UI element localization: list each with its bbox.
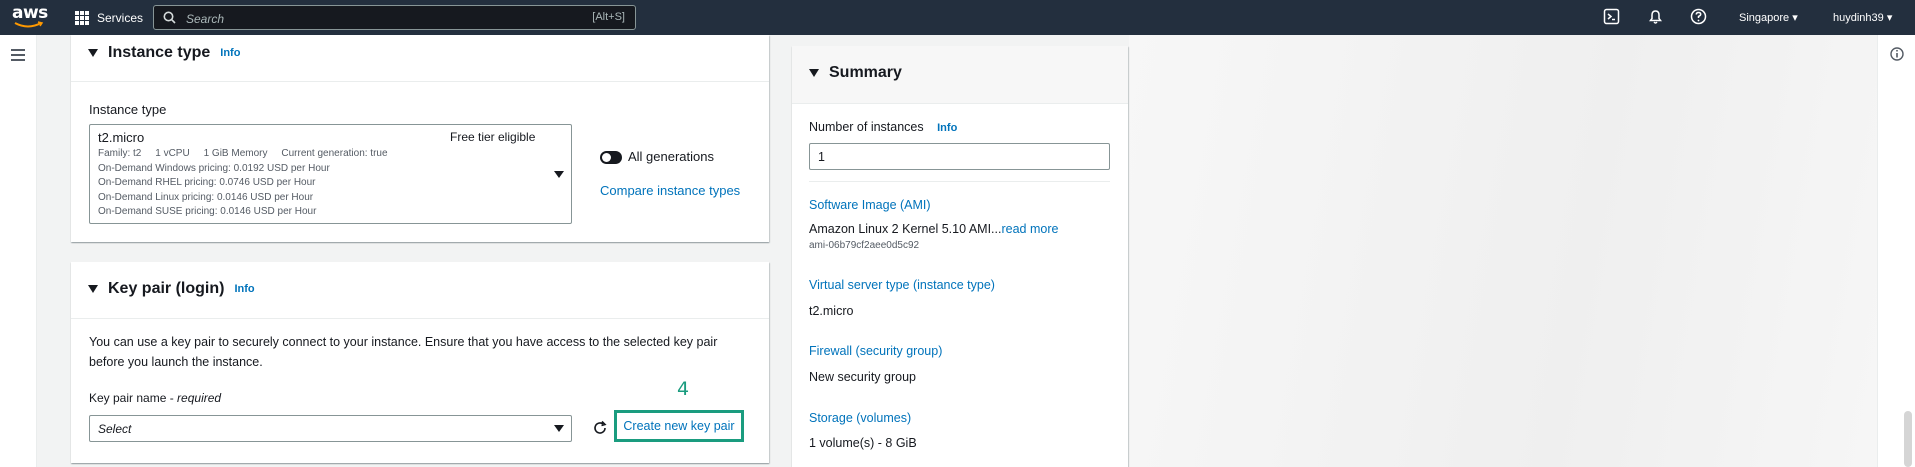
search-input[interactable]	[184, 8, 538, 29]
summary-panel: Summary Number of instances Info 1 Softw…	[792, 46, 1128, 467]
key-pair-title: Key pair (login)	[108, 280, 225, 297]
pricing-linux: On-Demand Linux pricing: 0.0146 USD per …	[98, 191, 314, 203]
ami-id: ami-06b79cf2aee0d5c92	[809, 240, 920, 251]
compare-instance-types-link[interactable]: Compare instance types	[600, 183, 740, 198]
number-of-instances-input[interactable]: 1	[809, 143, 1110, 170]
key-pair-field-label: Key pair name - required	[89, 391, 221, 405]
bell-icon[interactable]	[1647, 8, 1664, 25]
right-utility-bar	[1877, 35, 1915, 467]
number-of-instances-label: Number of instances	[809, 120, 924, 134]
aws-logo[interactable]: aws	[12, 4, 52, 32]
aws-smile-icon	[14, 21, 44, 28]
collapse-caret-icon	[88, 285, 98, 293]
all-generations-toggle[interactable]	[600, 151, 622, 164]
instance-type-name: t2.micro	[98, 130, 145, 145]
instance-type-field-label: Instance type	[89, 102, 167, 117]
instance-type-title: Instance type	[108, 44, 211, 61]
ami-value: Amazon Linux 2 Kernel 5.10 AMI...	[809, 222, 1002, 236]
key-pair-description: You can use a key pair to securely conne…	[89, 335, 718, 369]
collapse-caret-icon	[809, 69, 819, 77]
create-new-key-pair-label: Create new key pair	[623, 419, 735, 433]
services-menu[interactable]: Services	[75, 0, 143, 35]
left-sidebar	[0, 35, 37, 467]
step-number-annotation: 4	[677, 378, 690, 400]
instances-info-link[interactable]: Info	[937, 122, 957, 134]
summary-title: Summary	[829, 64, 902, 81]
info-panel-icon[interactable]	[1890, 47, 1904, 61]
ami-value-row: Amazon Linux 2 Kernel 5.10 AMI...read mo…	[809, 222, 1058, 236]
refresh-icon[interactable]	[592, 420, 608, 436]
apps-grid-icon	[75, 10, 89, 25]
divider	[809, 181, 1110, 182]
required-label: required	[177, 391, 222, 405]
background-area	[1129, 35, 1877, 467]
dropdown-caret-icon	[554, 425, 564, 432]
summary-header[interactable]: Summary	[809, 64, 902, 82]
instance-type-specs: Family: t2 1 vCPU 1 GiB Memory Current g…	[98, 148, 388, 159]
storage-link[interactable]: Storage (volumes)	[809, 411, 911, 425]
number-of-instances-value: 1	[818, 150, 825, 164]
search-shortcut: [Alt+S]	[592, 11, 625, 23]
search-box[interactable]: [Alt+S]	[153, 5, 636, 30]
scrollbar-thumb[interactable]	[1904, 411, 1912, 467]
toggle-knob	[602, 153, 611, 162]
top-navigation: aws Services [Alt+S] Singapore ▾ huydinh…	[0, 0, 1915, 35]
region-selector[interactable]: Singapore ▾	[1739, 11, 1798, 24]
instance-type-header[interactable]: Instance type Info	[88, 44, 240, 62]
key-pair-name-label: Key pair name -	[89, 391, 178, 405]
pricing-suse: On-Demand SUSE pricing: 0.0146 USD per H…	[98, 205, 317, 217]
instance-type-info-link[interactable]: Info	[220, 47, 240, 59]
storage-value: 1 volume(s) - 8 GiB	[809, 436, 917, 450]
instances-label-row: Number of instances Info	[809, 120, 957, 134]
pricing-windows: On-Demand Windows pricing: 0.0192 USD pe…	[98, 163, 330, 174]
key-pair-select-placeholder: Select	[98, 422, 132, 436]
pricing-rhel: On-Demand RHEL pricing: 0.0746 USD per H…	[98, 177, 316, 189]
user-menu[interactable]: huydinh39 ▾	[1833, 11, 1892, 24]
menu-icon[interactable]	[11, 49, 25, 61]
free-tier-label: Free tier eligible	[450, 130, 536, 144]
pricing-list: On-Demand Windows pricing: 0.0192 USD pe…	[98, 162, 330, 219]
all-generations-label: All generations	[628, 149, 714, 164]
key-pair-info-link[interactable]: Info	[234, 283, 254, 295]
services-label: Services	[97, 10, 144, 25]
cloudshell-icon[interactable]	[1603, 8, 1620, 25]
instance-type-link[interactable]: Virtual server type (instance type)	[809, 278, 995, 292]
instance-type-select[interactable]: t2.micro Free tier eligible Family: t2 1…	[89, 124, 572, 224]
search-icon	[163, 11, 176, 24]
collapse-caret-icon	[88, 49, 98, 57]
ami-link[interactable]: Software Image (AMI)	[809, 198, 931, 212]
key-pair-header[interactable]: Key pair (login) Info	[88, 280, 255, 298]
instance-type-value: t2.micro	[809, 304, 854, 318]
aws-logo-text: aws	[12, 3, 48, 23]
dropdown-caret-icon	[554, 171, 564, 178]
instance-type-panel: Instance type Info Instance type t2.micr…	[71, 35, 769, 242]
key-pair-select[interactable]: Select	[89, 415, 572, 442]
ami-read-more-link[interactable]: read more	[1001, 222, 1058, 236]
help-icon[interactable]	[1690, 8, 1707, 25]
security-group-link[interactable]: Firewall (security group)	[809, 344, 942, 358]
create-new-key-pair-button[interactable]: Create new key pair	[614, 410, 744, 442]
security-group-value: New security group	[809, 370, 916, 384]
